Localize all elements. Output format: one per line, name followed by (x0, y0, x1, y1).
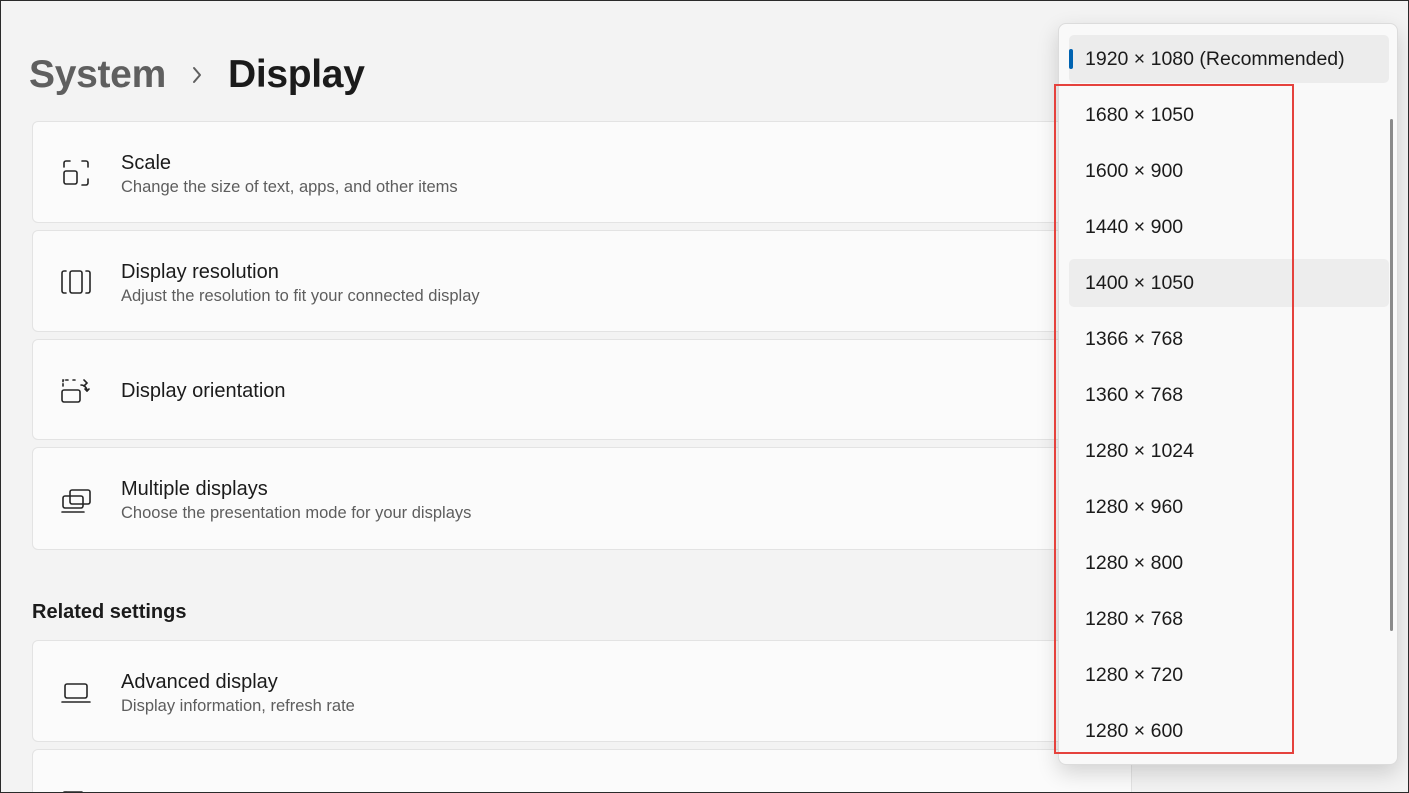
brush-icon (59, 780, 93, 792)
scale-icon (59, 156, 93, 190)
advanced-display-card[interactable]: Advanced display Display information, re… (32, 640, 1132, 742)
dropdown-scrollbar[interactable] (1390, 119, 1393, 631)
resolution-icon (59, 265, 93, 299)
advanced-display-title: Advanced display (121, 671, 278, 693)
multiple-displays-subtitle: Choose the presentation mode for your di… (121, 504, 472, 522)
laptop-icon (59, 675, 93, 709)
resolution-option[interactable]: 1680 × 1050 (1069, 91, 1389, 139)
display-resolution-title: Display resolution (121, 261, 279, 283)
related-settings-heading: Related settings (32, 601, 187, 623)
scale-card[interactable]: Scale Change the size of text, apps, and… (32, 121, 1132, 223)
resolution-dropdown-list[interactable]: 1920 × 1080 (Recommended) 1680 × 1050 16… (1058, 23, 1398, 765)
multiple-displays-title: Multiple displays (121, 478, 268, 500)
resolution-option[interactable]: 1600 × 900 (1069, 147, 1389, 195)
scale-subtitle: Change the size of text, apps, and other… (121, 178, 458, 196)
resolution-option[interactable]: 1280 × 960 (1069, 483, 1389, 531)
resolution-option[interactable]: 1440 × 900 (1069, 203, 1389, 251)
resolution-option[interactable]: 1280 × 1024 (1069, 427, 1389, 475)
resolution-option[interactable]: 1280 × 800 (1069, 539, 1389, 587)
display-orientation-title: Display orientation (121, 380, 286, 402)
scale-title: Scale (121, 152, 172, 174)
breadcrumb: System Display (29, 49, 365, 101)
resolution-option[interactable]: 1280 × 768 (1069, 595, 1389, 643)
chevron-right-icon (166, 49, 228, 101)
resolution-option[interactable]: 1360 × 768 (1069, 371, 1389, 419)
resolution-option[interactable]: 1280 × 720 (1069, 651, 1389, 699)
settings-window: System Display Scale Change the size of … (0, 0, 1409, 793)
resolution-option[interactable]: 1920 × 1080 (Recommended) (1069, 35, 1389, 83)
display-resolution-subtitle: Adjust the resolution to fit your connec… (121, 287, 480, 305)
display-orientation-card[interactable]: Display orientation (32, 339, 1132, 440)
orientation-icon (59, 374, 93, 408)
page-title: Display (227, 53, 365, 96)
resolution-option[interactable]: 1366 × 768 (1069, 315, 1389, 363)
multiple-displays-card[interactable]: Multiple displays Choose the presentatio… (32, 447, 1132, 550)
graphics-card-partial[interactable] (32, 749, 1132, 792)
selected-indicator (1069, 49, 1073, 69)
breadcrumb-system-link[interactable]: System (29, 53, 166, 97)
display-resolution-card[interactable]: Display resolution Adjust the resolution… (32, 230, 1132, 332)
advanced-display-subtitle: Display information, refresh rate (121, 697, 355, 715)
resolution-option[interactable]: 1400 × 1050 (1069, 259, 1389, 307)
resolution-option[interactable]: 1280 × 600 (1069, 707, 1389, 755)
multiple-displays-icon (59, 484, 93, 518)
